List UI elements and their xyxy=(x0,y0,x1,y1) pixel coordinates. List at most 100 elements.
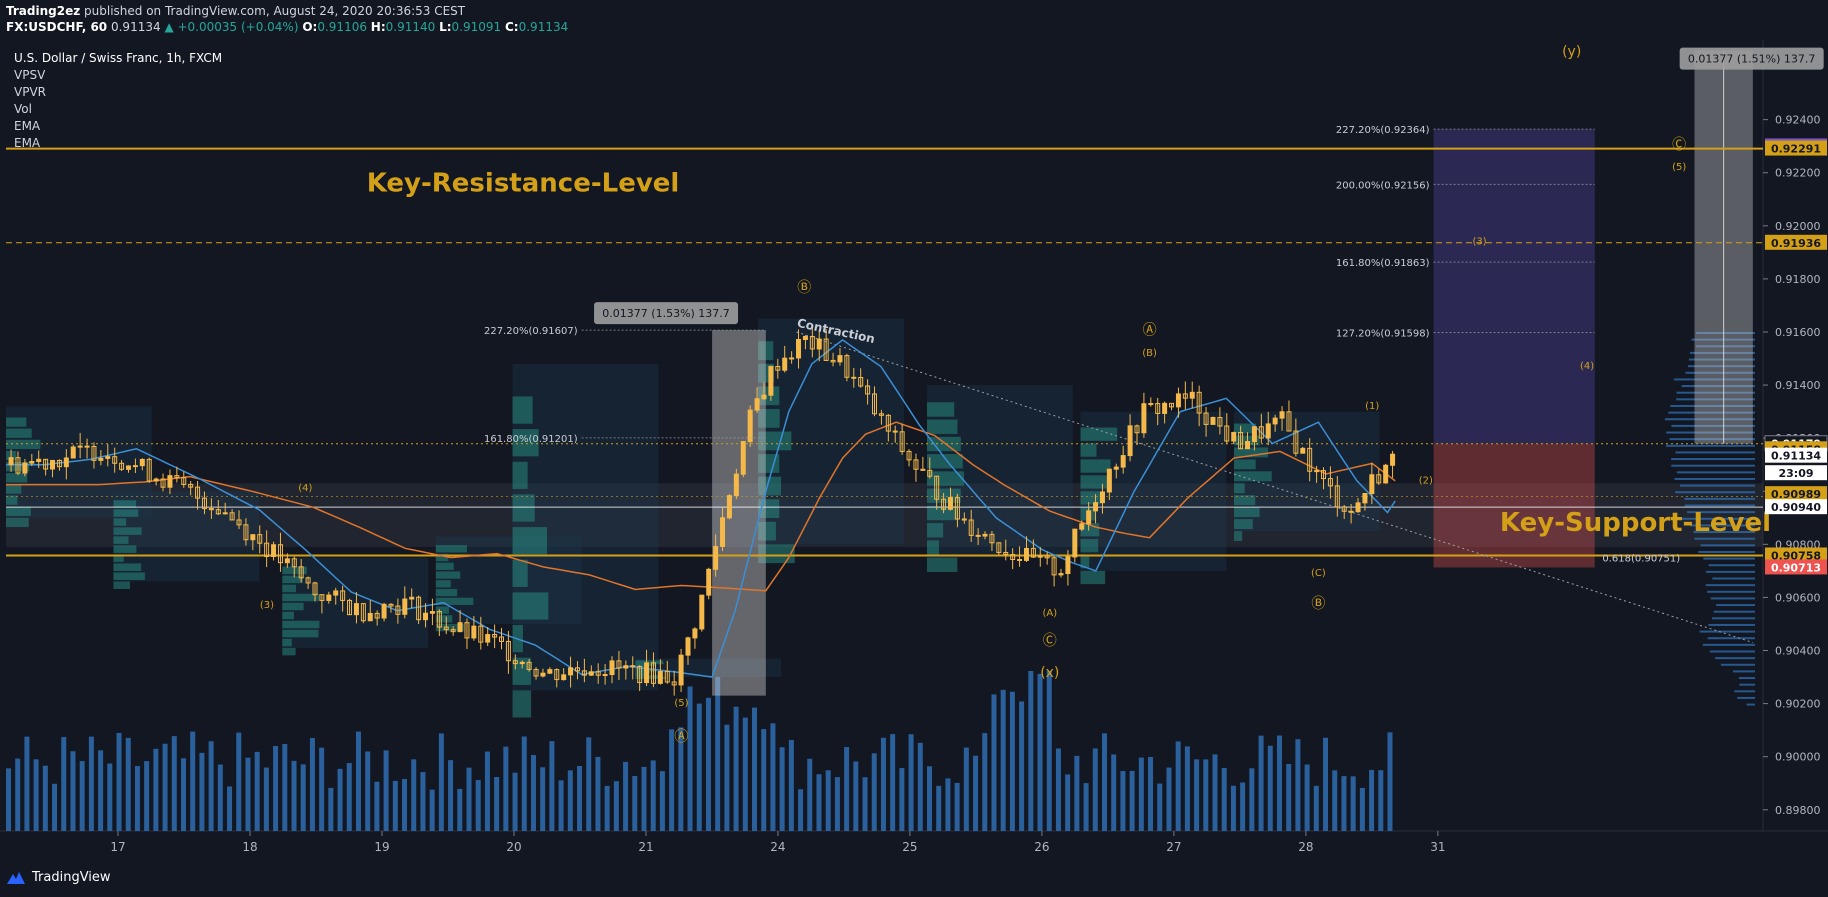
candle-body xyxy=(1390,453,1396,466)
volume-bar xyxy=(1037,673,1043,831)
time-tick-label: 19 xyxy=(374,840,389,854)
wave-label: (4) xyxy=(298,483,312,494)
vpvr-bar xyxy=(1699,630,1755,633)
volume-bar xyxy=(1009,691,1015,831)
volume-profile-bar xyxy=(1080,539,1099,553)
volume-bar xyxy=(696,703,702,831)
high-value: 0.91140 xyxy=(385,20,436,34)
volume-bar xyxy=(1138,757,1144,831)
volume-bar xyxy=(1129,770,1135,831)
volume-bar xyxy=(1000,689,1006,831)
measure-box-left xyxy=(712,330,766,696)
vpvr-bar xyxy=(1702,643,1755,646)
volume-bar xyxy=(945,778,951,831)
price-tick-label: 0.89800 xyxy=(1775,804,1821,817)
volume-bar xyxy=(70,751,76,831)
volume-bar xyxy=(650,760,656,831)
volume-bar xyxy=(908,734,914,831)
volume-profile-bar xyxy=(435,588,458,597)
volume-bar xyxy=(982,733,988,831)
candle-body xyxy=(1355,502,1361,513)
volume-bar xyxy=(1203,759,1209,831)
legend-indicator-vol[interactable]: Vol xyxy=(14,101,222,118)
candle-body xyxy=(726,495,732,519)
candle-body xyxy=(657,670,663,684)
volume-profile-bar xyxy=(1234,531,1243,542)
candle-body xyxy=(706,568,712,596)
volume-profile-bar xyxy=(1080,475,1110,489)
vpvr-bar xyxy=(1708,564,1755,567)
legend-indicator-vpvr[interactable]: VPVR xyxy=(14,84,222,101)
volume-profile-bar xyxy=(6,439,41,450)
volume-bar xyxy=(825,770,831,831)
candle-body xyxy=(29,460,35,464)
volume-profile-bar xyxy=(113,545,137,553)
vpvr-bar xyxy=(1703,557,1755,560)
time-tick-label: 20 xyxy=(506,840,521,854)
volume-bar xyxy=(1249,768,1255,831)
volume-bar xyxy=(116,732,122,831)
legend-indicator-ema-2[interactable]: EMA xyxy=(14,135,222,152)
volume-bar xyxy=(577,765,583,831)
volume-bar xyxy=(899,768,905,831)
fib-label: 161.80%(0.91863) xyxy=(1336,258,1430,269)
volume-bar xyxy=(540,767,546,831)
vpvr-bar xyxy=(1671,458,1755,461)
volume-bar xyxy=(1019,701,1025,831)
candle-body xyxy=(429,611,435,614)
volume-bar xyxy=(300,764,306,831)
candle-body xyxy=(409,596,415,600)
volume-bar xyxy=(1212,754,1218,831)
volume-bar xyxy=(107,763,113,831)
last-price: 0.91134 xyxy=(110,20,161,34)
volume-bar xyxy=(705,697,711,831)
volume-profile-bar xyxy=(1080,443,1097,457)
candle-body xyxy=(8,457,14,466)
legend-indicator-ema-1[interactable]: EMA xyxy=(14,118,222,135)
candle-body xyxy=(733,473,739,497)
vpvr-bar xyxy=(1684,497,1755,500)
high-label: H: xyxy=(370,20,386,34)
price-chart[interactable]: 227.20%(0.91607) 161.80%(0.91201) 227.20%(… xyxy=(0,40,1828,862)
candle-body xyxy=(1369,474,1375,495)
candle-body xyxy=(837,355,843,363)
candle-body xyxy=(1383,464,1389,484)
candle-body xyxy=(782,357,788,371)
volume-bar xyxy=(438,733,444,831)
volume-bar xyxy=(355,731,361,831)
wave-label: (5) xyxy=(1672,162,1686,173)
volume-bar xyxy=(291,760,297,831)
candle-body xyxy=(1058,573,1064,576)
publisher-name[interactable]: Trading2ez xyxy=(6,4,80,18)
volume-bar xyxy=(1148,756,1154,831)
volume-bar xyxy=(328,787,334,831)
candle-body xyxy=(1093,502,1099,512)
volume-profile-bar xyxy=(927,402,955,417)
volume-bar xyxy=(494,777,500,831)
volume-bar xyxy=(180,758,186,831)
volume-bar xyxy=(788,739,794,831)
volume-profile-bar xyxy=(113,500,137,508)
wave-label: Ⓑ xyxy=(1311,596,1325,612)
vpvr-bar xyxy=(1671,464,1755,467)
candle-body xyxy=(588,671,594,676)
candle-body xyxy=(125,465,131,470)
candle-body xyxy=(1251,426,1257,443)
fib-label: 227.20%(0.91607) xyxy=(484,326,578,337)
candle-body xyxy=(1175,393,1181,408)
legend-indicator-vpsv[interactable]: VPSV xyxy=(14,67,222,84)
volume-bar xyxy=(319,747,325,831)
candle-body xyxy=(685,637,691,656)
candle-body xyxy=(1189,391,1195,399)
volume-bar xyxy=(586,737,592,831)
vpvr-bar xyxy=(1707,590,1755,593)
wave-label: (1) xyxy=(1365,401,1379,412)
candle-body xyxy=(623,665,629,669)
price-change: ▲ +0.00035 (+0.04%) xyxy=(164,20,299,34)
volume-profile-bar xyxy=(927,419,958,434)
volume-profile-bar xyxy=(282,602,304,611)
tradingview-logo[interactable]: TradingView xyxy=(6,870,111,885)
candle-body xyxy=(1272,417,1278,425)
ohlc-line: FX:USDCHF, 60 0.91134 ▲ +0.00035 (+0.04%… xyxy=(6,20,568,34)
volume-profile-bar xyxy=(512,396,533,424)
